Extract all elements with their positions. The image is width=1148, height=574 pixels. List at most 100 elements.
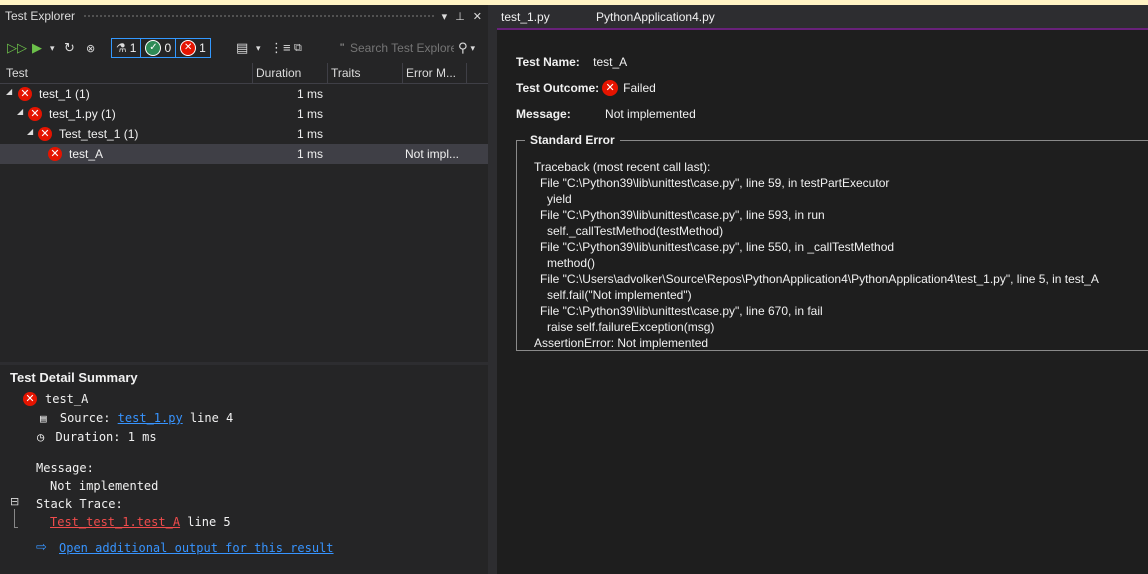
failed-count: 1 [199, 41, 206, 55]
drag-grip[interactable] [83, 13, 434, 19]
tree-row-test-test-1[interactable]: ◢ ✕ Test_test_1 (1) 1 ms [0, 124, 488, 144]
playlist-icon[interactable]: ▤ [236, 38, 248, 58]
traceback-line: AssertionError: Not implemented [534, 336, 709, 350]
traceback-line: File "C:\Users\advolker\Source\Repos\Pyt… [540, 272, 1099, 286]
detail-source-line: ▤ Source: test_1.py line 4 [40, 411, 233, 425]
column-header-row: Test Duration Traits Error M... [0, 63, 488, 84]
passed-filter-button[interactable]: ✓ 0 [140, 38, 177, 58]
row-duration: 1 ms [297, 107, 324, 121]
traceback-line: yield [547, 192, 572, 206]
test-name-row: Test Name: test_A [516, 55, 627, 69]
traceback-line: Traceback (most recent call last): [534, 160, 711, 174]
tree-row-test-1[interactable]: ◢ ✕ test_1 (1) 1 ms [0, 84, 488, 104]
run-dropdown-icon[interactable]: ▾ [50, 38, 55, 58]
close-icon[interactable]: ✕ [473, 10, 482, 23]
failed-icon: ✕ [23, 392, 37, 406]
group-by-icon[interactable]: ⋮≡ [270, 38, 291, 58]
row-name: test_1.py (1) [49, 107, 116, 121]
dropdown-arrow-icon[interactable]: ▾ [442, 10, 448, 23]
tab-test-1-py[interactable]: test_1.py [501, 10, 550, 24]
stack-trace-entry: Test_test_1.test_A line 5 [50, 515, 231, 529]
rerun-failed-icon[interactable]: ↻ [64, 38, 75, 58]
search-box: '' ⚲ ▾ [340, 37, 488, 59]
traceback-line: self._callTestMethod(testMethod) [547, 224, 724, 238]
cancel-icon[interactable]: ⊗ [86, 38, 95, 58]
failed-icon: ✕ [28, 107, 42, 121]
open-output-icon[interactable]: ⇨ [36, 539, 47, 555]
source-label: Source: [59, 411, 111, 425]
failed-filter-button[interactable]: ✕ 1 [175, 38, 211, 58]
test-result-document: test_1.py PythonApplication4.py Test Nam… [497, 5, 1148, 574]
passed-icon: ✓ [145, 40, 162, 56]
test-explorer-panel: Test Explorer ▾ ⊥ ✕ ▷▷ ▶ ▾ ↻ ⊗ ⚗ 1 ✓ 0 ✕… [0, 5, 488, 574]
column-divider [466, 63, 467, 83]
clock-icon: ◷ [37, 430, 45, 444]
column-traits[interactable]: Traits [331, 66, 361, 80]
column-error-message[interactable]: Error M... [406, 66, 456, 80]
not-run-filter-button[interactable]: ⚗ 1 [111, 38, 142, 58]
traceback-line: File "C:\Python39\lib\unittest\case.py",… [540, 176, 890, 190]
passed-count: 0 [164, 41, 172, 55]
duration-label: Duration: [55, 430, 121, 444]
panel-separator[interactable] [488, 5, 497, 574]
test-outcome-row: Test Outcome: ✕ Failed [516, 80, 656, 96]
duration-value: 1 ms [127, 430, 157, 444]
search-grip-icon: '' [340, 42, 345, 54]
failed-icon: ✕ [602, 80, 619, 96]
open-output-link[interactable]: Open additional output for this result [59, 541, 334, 555]
source-line-number: line 4 [189, 411, 234, 425]
run-all-icon[interactable]: ▷▷ [7, 38, 27, 58]
failed-icon: ✕ [38, 127, 52, 141]
search-input[interactable] [350, 41, 454, 55]
expand-arrow-icon[interactable]: ◢ [17, 107, 23, 116]
failed-icon: ✕ [18, 87, 32, 101]
tree-row-test-1-py[interactable]: ◢ ✕ test_1.py (1) 1 ms [0, 104, 488, 124]
row-duration: 1 ms [297, 147, 324, 161]
flask-icon: ⚗ [116, 41, 127, 55]
failed-icon: ✕ [180, 40, 197, 56]
expand-arrow-icon[interactable]: ◢ [6, 87, 12, 96]
message-label: Message: [516, 107, 571, 121]
tab-pythonapplication4-py[interactable]: PythonApplication4.py [596, 10, 715, 24]
stack-line-number: line 5 [187, 515, 231, 529]
tree-guide-line [14, 509, 15, 527]
search-icon[interactable]: ⚲ [458, 40, 468, 56]
message-row: Message: Not implemented [516, 107, 696, 121]
run-icon[interactable]: ▶ [32, 38, 42, 58]
not-run-count: 1 [129, 41, 137, 55]
traceback-line: File "C:\Python39\lib\unittest\case.py",… [540, 304, 823, 318]
collapse-stack-icon[interactable]: ⊟ [10, 495, 19, 508]
panel-title: Test Explorer [5, 9, 76, 23]
row-name: test_1 (1) [39, 87, 90, 101]
stack-trace-link[interactable]: Test_test_1.test_A [50, 515, 180, 529]
search-options-dropdown-icon[interactable]: ▾ [471, 43, 476, 54]
detail-heading: Test Detail Summary [10, 370, 138, 385]
column-duration[interactable]: Duration [256, 66, 301, 80]
traceback-line: File "C:\Python39\lib\unittest\case.py",… [540, 240, 895, 254]
splitter[interactable] [0, 362, 488, 365]
column-divider [252, 63, 253, 83]
pin-icon[interactable]: ⊥ [455, 10, 465, 23]
message-value: Not implemented [50, 479, 159, 493]
playlist-dropdown-icon[interactable]: ▾ [256, 38, 261, 58]
column-divider [327, 63, 328, 83]
message-label: Message: [36, 461, 94, 475]
message-value: Not implemented [605, 107, 696, 121]
column-divider [402, 63, 403, 83]
row-duration: 1 ms [297, 127, 324, 141]
expand-arrow-icon[interactable]: ◢ [27, 127, 33, 136]
source-link[interactable]: test_1.py [118, 411, 183, 425]
row-name: test_A [69, 147, 104, 161]
test-name-value: test_A [593, 55, 628, 69]
file-icon: ▤ [40, 412, 47, 425]
test-toolbar: ▷▷ ▶ ▾ ↻ ⊗ ⚗ 1 ✓ 0 ✕ 1 ▤ ▾ ⋮≡ ⧉ '' ⚲ ▾ [0, 37, 488, 59]
row-error: Not impl... [405, 147, 460, 161]
tree-row-test-a[interactable]: ✕ test_A 1 ms Not impl... [0, 144, 488, 164]
traceback-line: self.fail("Not implemented") [547, 288, 692, 302]
test-outcome-label: Test Outcome: [516, 81, 600, 95]
detail-duration-line: ◷ Duration: 1 ms [37, 430, 157, 444]
traceback-line: File "C:\Python39\lib\unittest\case.py",… [540, 208, 825, 222]
detail-test-name: test_A [45, 392, 89, 406]
collapse-all-icon[interactable]: ⧉ [294, 38, 302, 58]
column-test[interactable]: Test [6, 66, 28, 80]
